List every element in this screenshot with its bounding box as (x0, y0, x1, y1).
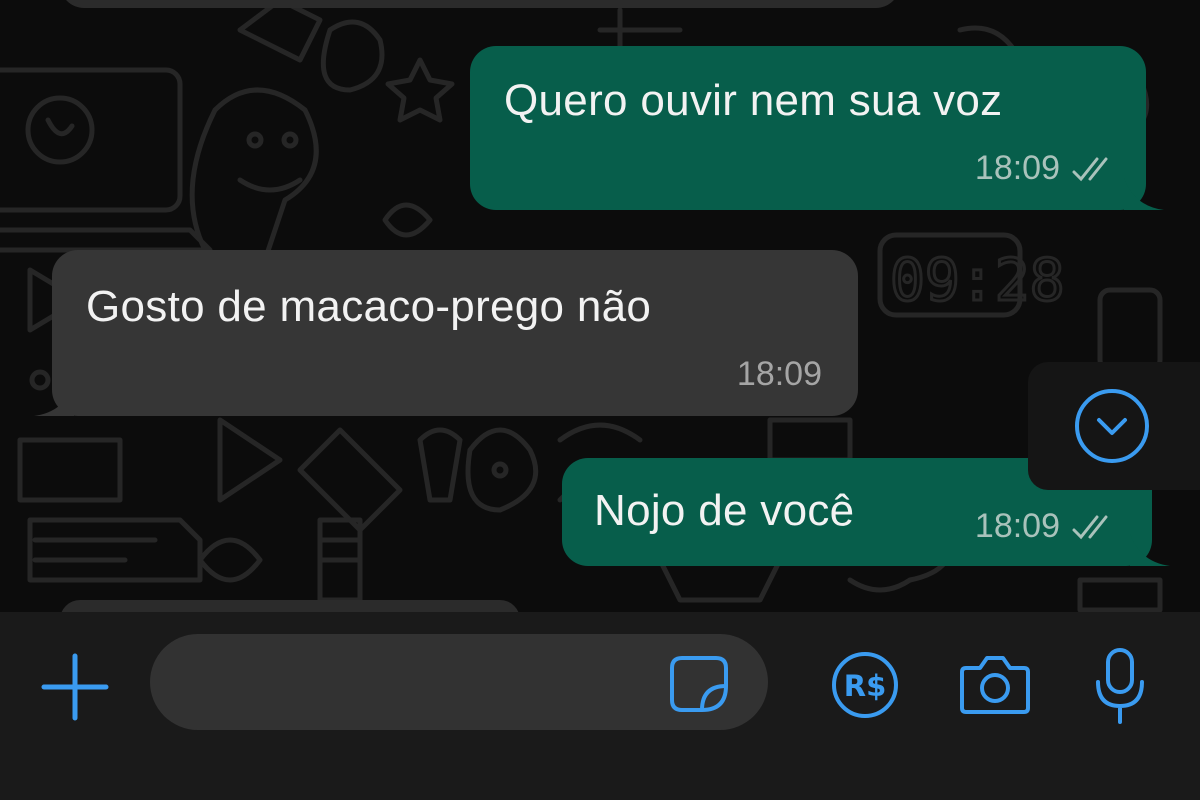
partial-message-below (60, 600, 520, 612)
double-check-icon (1072, 157, 1108, 181)
message-text: Nojo de você (594, 486, 855, 535)
bubble-tail (1130, 534, 1170, 566)
plus-icon[interactable] (40, 652, 110, 722)
message-meta: 18:09 (975, 507, 1116, 546)
chevron-down-circle-icon (1075, 389, 1149, 463)
scroll-to-bottom-button[interactable] (1028, 362, 1200, 490)
payment-icon[interactable]: R$ (830, 650, 900, 720)
camera-icon[interactable] (958, 652, 1032, 718)
bubble-tail (34, 384, 74, 416)
message-time: 18:09 (974, 149, 1060, 187)
message-time: 18:09 (974, 507, 1060, 545)
message-input[interactable] (150, 634, 768, 730)
message-composer: R$ (0, 612, 1200, 800)
partial-message-above (60, 0, 900, 8)
message-text: Gosto de macaco-prego não (86, 282, 652, 331)
microphone-icon[interactable] (1092, 646, 1148, 726)
message-time: 18:09 (736, 355, 822, 393)
message-meta: 18:09 (737, 355, 822, 394)
message-bubble-incoming[interactable]: Gosto de macaco-prego não 18:09 (34, 250, 858, 416)
wallpaper-clock-text: 09:28 (890, 246, 1065, 314)
message-meta: 18:09 (975, 149, 1116, 188)
double-check-icon (1072, 515, 1108, 539)
chat-area[interactable]: 09:28 Quero ouvir nem sua voz 18:09 Gost… (0, 0, 1200, 612)
payment-icon-label: R$ (844, 669, 887, 703)
message-text: Quero ouvir nem sua voz (504, 76, 1003, 125)
message-bubble-outgoing[interactable]: Quero ouvir nem sua voz 18:09 (470, 46, 1164, 210)
sticker-icon[interactable] (668, 654, 730, 714)
bubble-tail (1124, 178, 1164, 210)
